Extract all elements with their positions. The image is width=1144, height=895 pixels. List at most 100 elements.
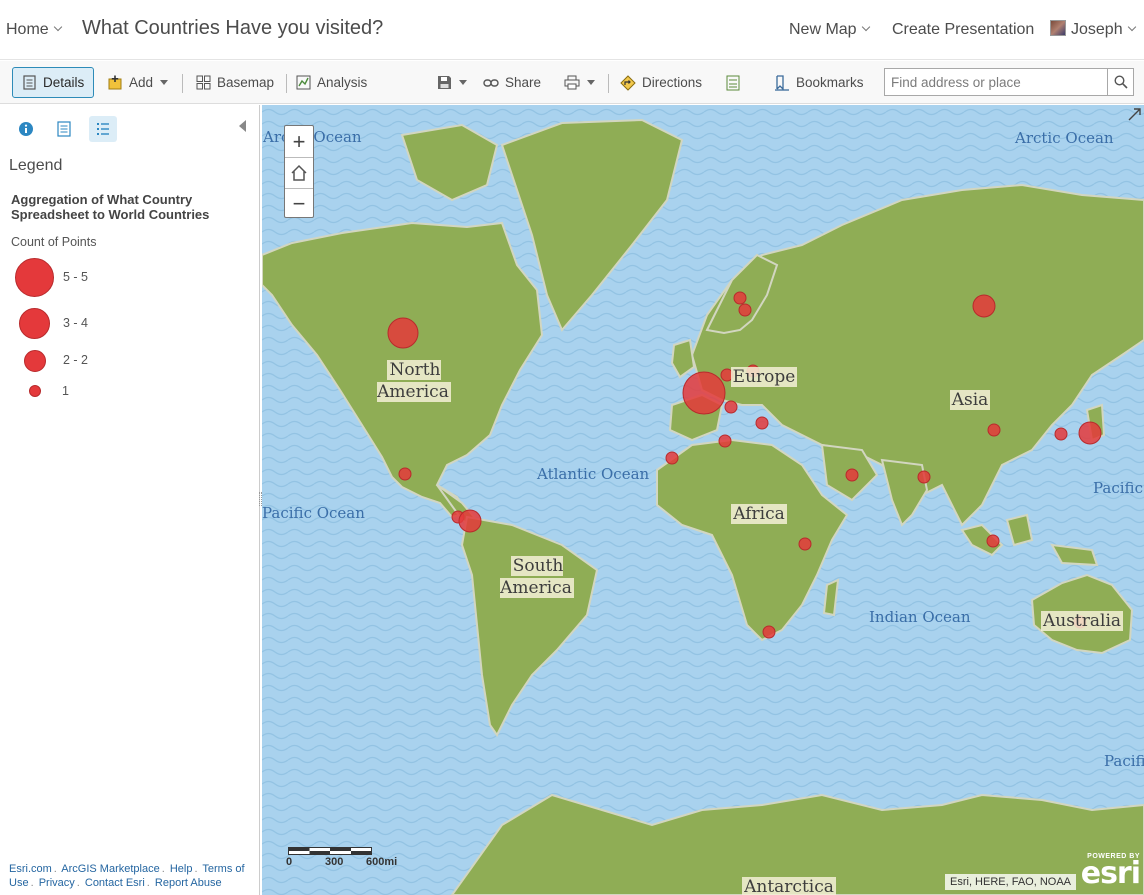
esri-logo[interactable]: POWERED BY esri xyxy=(1076,853,1141,891)
save-icon xyxy=(438,76,451,89)
search-input[interactable] xyxy=(884,68,1108,96)
content-tab[interactable] xyxy=(50,116,78,142)
footer-link-esri[interactable]: Esri.com xyxy=(9,863,52,875)
collapse-panel-icon[interactable] xyxy=(239,120,246,132)
user-name: Joseph xyxy=(1071,21,1123,38)
create-presentation-link[interactable]: Create Presentation xyxy=(892,21,1034,39)
details-label: Details xyxy=(43,75,85,90)
map-point-greece[interactable] xyxy=(755,416,769,430)
user-menu[interactable]: Joseph xyxy=(1071,21,1136,39)
toolbar-divider xyxy=(608,74,609,93)
add-button[interactable]: Add xyxy=(108,67,169,98)
share-button[interactable]: Share xyxy=(483,67,541,98)
scale-label: 300 xyxy=(325,856,344,868)
home-icon xyxy=(291,164,307,181)
legend-label: 2 - 2 xyxy=(63,353,89,367)
toolbar-divider xyxy=(182,74,183,93)
map-point-italy[interactable] xyxy=(724,400,738,414)
print-icon xyxy=(564,75,580,90)
map-title: What Countries Have you visited? xyxy=(82,17,384,39)
ocean-label: Atlantic Ocean xyxy=(537,465,650,483)
legend-symbol-large xyxy=(15,258,54,297)
map-point-south-africa[interactable] xyxy=(762,625,776,639)
map-point-sweden[interactable] xyxy=(738,303,752,317)
zoom-out-button[interactable]: − xyxy=(285,188,313,219)
avatar[interactable] xyxy=(1050,20,1066,36)
content-icon xyxy=(57,121,71,137)
measure-icon xyxy=(726,75,740,90)
map-point-spain[interactable] xyxy=(718,434,732,448)
chevron-down-icon xyxy=(459,80,467,85)
new-map-label: New Map xyxy=(789,21,857,38)
zoom-in-button[interactable]: + xyxy=(285,126,313,157)
save-button[interactable] xyxy=(437,67,467,98)
scale-label: 600mi xyxy=(366,856,398,868)
print-button[interactable] xyxy=(564,67,595,98)
analysis-button[interactable]: Analysis xyxy=(296,67,367,98)
map-point-canada[interactable] xyxy=(387,317,419,349)
footer-link-report-abuse[interactable]: Report Abuse xyxy=(155,877,222,889)
search-icon xyxy=(1113,75,1128,89)
expand-icon[interactable] xyxy=(1128,108,1141,121)
home-extent-button[interactable] xyxy=(285,157,313,188)
top-navigation-bar: Home What Countries Have you visited? Ne… xyxy=(0,0,1144,60)
chevron-down-icon xyxy=(160,80,169,85)
map-view[interactable]: North America South America Europe Afric… xyxy=(262,105,1144,895)
add-label: Add xyxy=(129,75,154,90)
basemap-label: Basemap xyxy=(217,75,275,90)
measure-button[interactable] xyxy=(725,67,748,98)
bookmarks-button[interactable]: Bookmarks xyxy=(774,67,864,98)
legend-label: 1 xyxy=(62,384,69,398)
map-point-japan[interactable] xyxy=(1078,421,1102,445)
new-map-menu[interactable]: New Map xyxy=(789,21,870,39)
map-attribution: Esri, HERE, FAO, NOAA xyxy=(945,874,1077,890)
legend-tab[interactable] xyxy=(89,116,117,142)
scale-label: 0 xyxy=(286,856,293,868)
footer-link-contact[interactable]: Contact Esri xyxy=(85,877,145,889)
legend-icon xyxy=(97,123,109,135)
map-point-morocco[interactable] xyxy=(665,451,679,465)
directions-label: Directions xyxy=(642,75,703,90)
details-panel: Legend Aggregation of What Country Sprea… xyxy=(0,105,260,895)
map-point-norway[interactable] xyxy=(733,291,747,305)
field-title: Count of Points xyxy=(11,235,97,249)
map-point-france[interactable] xyxy=(682,371,726,415)
map-point-russia[interactable] xyxy=(972,294,996,318)
chevron-down-icon xyxy=(587,80,595,85)
chevron-down-icon xyxy=(1127,22,1136,32)
map-point-mexico[interactable] xyxy=(398,467,412,481)
legend-symbol-medium xyxy=(19,308,50,339)
footer-link-help[interactable]: Help xyxy=(170,863,193,875)
chevron-down-icon xyxy=(53,22,62,32)
home-menu[interactable]: Home xyxy=(6,21,62,39)
map-point-kenya[interactable] xyxy=(798,537,812,551)
details-button[interactable]: Details xyxy=(12,67,94,98)
footer-link-privacy[interactable]: Privacy xyxy=(39,877,75,889)
basemap-button[interactable]: Basemap xyxy=(196,67,274,98)
continent-label: South America xyxy=(500,556,574,598)
bookmarks-label: Bookmarks xyxy=(796,75,864,90)
ocean-label: Pacific xyxy=(1104,752,1144,770)
details-icon xyxy=(23,75,36,90)
map-point-panama[interactable] xyxy=(458,509,482,533)
map-point-china[interactable] xyxy=(987,423,1001,437)
map-point-india[interactable] xyxy=(917,470,931,484)
ocean-label: Arctic Ocean xyxy=(1015,129,1114,147)
analysis-label: Analysis xyxy=(317,75,368,90)
map-point-indonesia[interactable] xyxy=(986,534,1000,548)
search-button[interactable] xyxy=(1107,68,1134,96)
zoom-control: + − xyxy=(284,125,314,218)
link-icon xyxy=(483,78,499,87)
about-tab[interactable] xyxy=(12,116,40,142)
map-point-uae[interactable] xyxy=(845,468,859,482)
scale-bar: 0 300 600mi xyxy=(286,847,448,872)
ocean-label: Indian Ocean xyxy=(869,608,971,626)
continent-label: Asia xyxy=(949,390,991,410)
directions-button[interactable]: Directions xyxy=(620,67,702,98)
basemap-canvas xyxy=(262,105,1144,895)
home-label: Home xyxy=(6,21,49,38)
footer-link-marketplace[interactable]: ArcGIS Marketplace xyxy=(61,863,159,875)
continent-label: Europe xyxy=(730,367,798,387)
legend-symbol-small xyxy=(24,350,46,372)
map-point-south-korea[interactable] xyxy=(1054,427,1068,441)
